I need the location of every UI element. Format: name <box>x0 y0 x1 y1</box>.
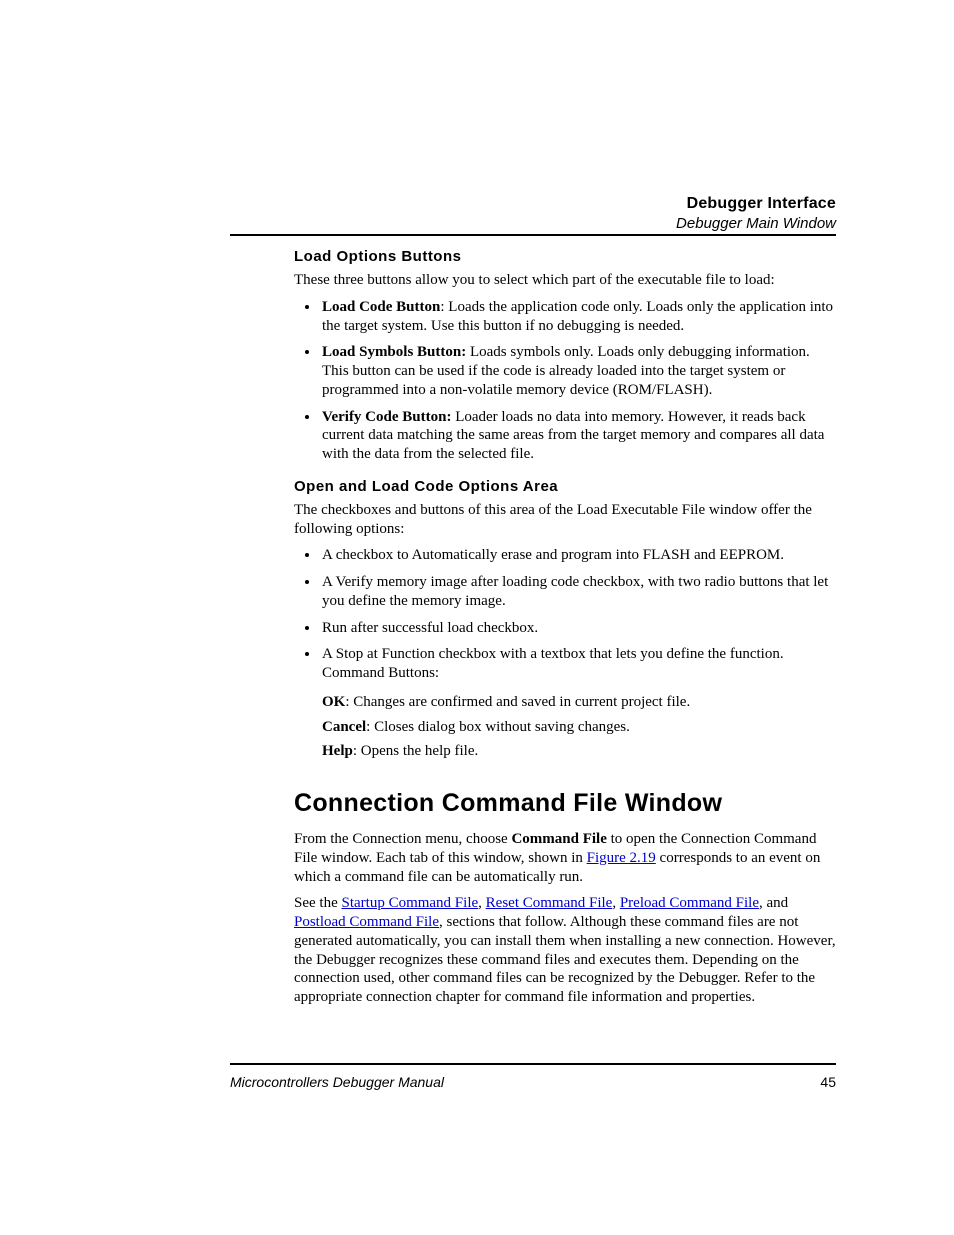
sub-label: Cancel <box>322 719 366 735</box>
list-item: A Verify memory image after loading code… <box>320 573 836 611</box>
para-connection-1: From the Connection menu, choose Command… <box>294 830 836 886</box>
para-connection-2: See the Startup Command File, Reset Comm… <box>294 894 836 1007</box>
text: , <box>478 895 486 911</box>
text: , <box>612 895 620 911</box>
running-header: Debugger Interface Debugger Main Window <box>676 195 836 232</box>
header-subtitle: Debugger Main Window <box>676 215 836 232</box>
sub-ok: OK: Changes are confirmed and saved in c… <box>322 693 836 712</box>
sub-label: OK <box>322 694 345 710</box>
sub-cancel: Cancel: Closes dialog box without saving… <box>322 718 836 737</box>
list-item: A checkbox to Automatically erase and pr… <box>320 546 836 565</box>
section-title-connection: Connection Command File Window <box>294 789 836 818</box>
subhead-open-load: Open and Load Code Options Area <box>294 478 836 495</box>
list-item: Load Code Button: Loads the application … <box>320 298 836 336</box>
bold-text: Command File <box>511 831 606 847</box>
page: Debugger Interface Debugger Main Window … <box>0 0 954 1235</box>
para-load-options-intro: These three buttons allow you to select … <box>294 271 836 290</box>
list-item: Load Symbols Button: Loads symbols only.… <box>320 343 836 399</box>
list-open-load: A checkbox to Automatically erase and pr… <box>294 546 836 683</box>
item-label: Verify Code Button: <box>322 409 451 425</box>
sub-label: Help <box>322 743 353 759</box>
content-area: Load Options Buttons These three buttons… <box>294 248 836 1015</box>
footer: Microcontrollers Debugger Manual 45 <box>230 1074 836 1090</box>
text: From the Connection menu, choose <box>294 831 511 847</box>
list-item: Run after successful load checkbox. <box>320 619 836 638</box>
header-rule <box>230 234 836 236</box>
link-reset-command-file[interactable]: Reset Command File <box>486 895 613 911</box>
text: , and <box>759 895 788 911</box>
footer-page-number: 45 <box>820 1074 836 1090</box>
list-load-options: Load Code Button: Loads the application … <box>294 298 836 464</box>
header-title: Debugger Interface <box>676 195 836 213</box>
subhead-load-options: Load Options Buttons <box>294 248 836 265</box>
sub-text: : Changes are confirmed and saved in cur… <box>345 694 690 710</box>
sub-text: : Closes dialog box without saving chang… <box>366 719 630 735</box>
item-label: Load Code Button <box>322 299 440 315</box>
link-postload-command-file[interactable]: Postload Command File <box>294 914 439 930</box>
sub-help: Help: Opens the help file. <box>322 742 836 761</box>
text: See the <box>294 895 341 911</box>
list-item: Verify Code Button: Loader loads no data… <box>320 408 836 464</box>
footer-manual-title: Microcontrollers Debugger Manual <box>230 1074 444 1090</box>
link-startup-command-file[interactable]: Startup Command File <box>341 895 478 911</box>
link-preload-command-file[interactable]: Preload Command File <box>620 895 759 911</box>
para-open-load-intro: The checkboxes and buttons of this area … <box>294 501 836 539</box>
item-label: Load Symbols Button: <box>322 344 466 360</box>
sub-text: : Opens the help file. <box>353 743 478 759</box>
footer-rule <box>230 1063 836 1065</box>
list-item: A Stop at Function checkbox with a textb… <box>320 645 836 683</box>
link-figure-2-19[interactable]: Figure 2.19 <box>587 850 656 866</box>
